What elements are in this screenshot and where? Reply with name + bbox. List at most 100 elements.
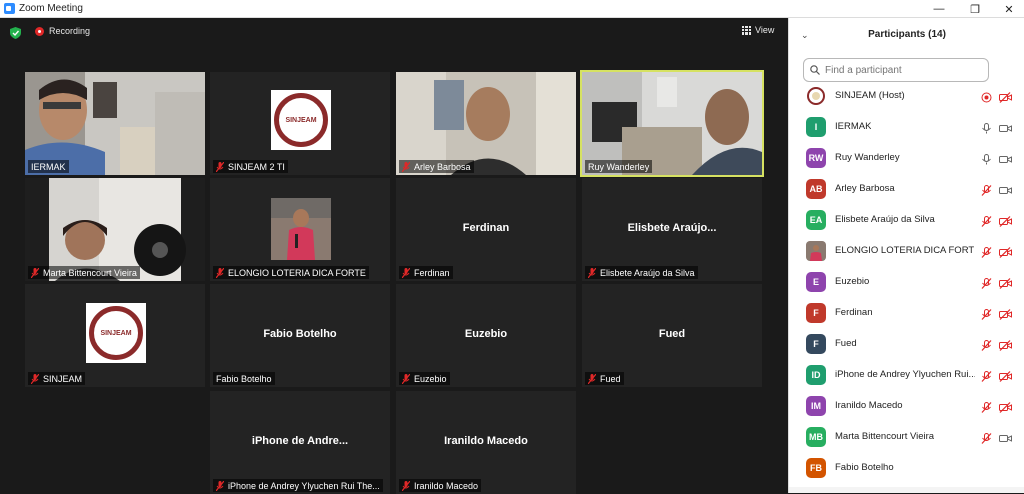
participant-row[interactable]: RW Ruy Wanderley [789, 142, 1024, 173]
camera-icon[interactable] [999, 183, 1012, 194]
tile-name: IERMAK [31, 161, 66, 172]
camera-off-icon[interactable] [999, 307, 1012, 320]
camera-off-icon[interactable] [999, 400, 1012, 413]
view-button[interactable]: View [742, 25, 774, 35]
participant-name: Marta Bittencourt Vieira [835, 431, 935, 442]
close-button[interactable]: ✕ [994, 0, 1024, 18]
participant-name: IERMAK [835, 121, 872, 132]
participant-row[interactable]: AB Arley Barbosa [789, 173, 1024, 204]
meeting-stage: Recording View IERMAK SINJEAM SINJEAM 2 … [0, 18, 788, 494]
participant-row[interactable]: I IERMAK [789, 111, 1024, 142]
tile-name-label: IERMAK [28, 160, 69, 173]
recording-dot-icon [35, 26, 44, 36]
video-tile[interactable]: Arley Barbosa [396, 72, 576, 175]
camera-off-icon[interactable] [999, 214, 1012, 227]
tile-name: Ruy Wanderley [588, 161, 650, 172]
tile-name-label: iPhone de Andrey Ylyuchen Rui The... [213, 479, 383, 492]
video-tile[interactable]: ELONGIO LOTERIA DICA FORTE [210, 178, 390, 281]
tile-center-name: Elisbete Araújo... [627, 222, 717, 234]
mic-muted-icon [588, 373, 596, 384]
shield-check-icon[interactable] [10, 27, 21, 39]
tile-name-label: Ruy Wanderley [585, 160, 653, 173]
mic-muted-icon[interactable] [981, 214, 992, 227]
video-tile-active-speaker[interactable]: Ruy Wanderley [580, 70, 764, 177]
recording-indicator[interactable]: Recording [35, 26, 90, 36]
mic-muted-icon [402, 480, 410, 491]
camera-off-icon[interactable] [999, 245, 1012, 258]
camera-off-icon[interactable] [999, 276, 1012, 289]
camera-off-icon[interactable] [999, 90, 1012, 103]
video-tile[interactable]: Fued Fued [582, 284, 762, 387]
tile-center-name: Euzebio [464, 328, 508, 340]
mic-muted-icon[interactable] [981, 400, 992, 413]
participant-name: Ferdinan [835, 307, 873, 318]
participant-avatar: IM [806, 395, 826, 416]
search-input[interactable] [825, 64, 975, 76]
tile-name: Euzebio [414, 373, 447, 384]
mic-muted-icon[interactable] [981, 276, 992, 289]
zoom-app-icon [4, 3, 15, 14]
participant-row[interactable]: E Euzebio [789, 266, 1024, 297]
mic-muted-icon [402, 267, 410, 278]
mic-muted-icon[interactable] [981, 183, 992, 196]
tile-center-name: Ferdinan [462, 222, 510, 234]
recording-label: Recording [49, 26, 91, 36]
participant-row[interactable]: SINJEAM (Host) [789, 80, 1024, 111]
mic-muted-icon[interactable] [981, 307, 992, 320]
mic-muted-icon[interactable] [981, 338, 992, 351]
restore-button[interactable]: ❐ [960, 0, 990, 18]
video-tile[interactable]: Ferdinan Ferdinan [396, 178, 576, 281]
participant-avatar: F [806, 302, 826, 323]
camera-icon[interactable] [999, 431, 1012, 442]
participant-row[interactable]: EA Elisbete Araújo da Silva [789, 204, 1024, 235]
camera-icon[interactable] [999, 152, 1012, 163]
tile-name: Fabio Botelho [216, 373, 272, 384]
mic-icon[interactable] [981, 121, 992, 134]
participant-row[interactable]: ELONGIO LOTERIA DICA FORTE [789, 235, 1024, 266]
video-tile[interactable]: Elisbete Araújo... Elisbete Araújo da Si… [582, 178, 762, 281]
participant-row[interactable]: ID iPhone de Andrey Ylyuchen Rui... [789, 359, 1024, 390]
minimize-button[interactable]: — [924, 0, 954, 18]
camera-icon[interactable] [999, 121, 1012, 132]
participant-row[interactable]: FB Fabio Botelho [789, 452, 1024, 483]
participant-avatar-photo [271, 198, 331, 260]
tile-name: Marta Bittencourt Vieira [43, 267, 137, 278]
participant-row[interactable]: F Ferdinan [789, 297, 1024, 328]
participant-row[interactable]: F Fued [789, 328, 1024, 359]
participant-avatar: RW [806, 147, 826, 168]
video-tile[interactable]: Marta Bittencourt Vieira [25, 178, 205, 281]
mic-muted-icon [31, 373, 39, 384]
video-tile[interactable]: Euzebio Euzebio [396, 284, 576, 387]
video-tile[interactable]: Fabio Botelho Fabio Botelho [210, 284, 390, 387]
tile-name: Iranildo Macedo [414, 480, 479, 491]
tile-name: Elisbete Araújo da Silva [600, 267, 695, 278]
mic-icon[interactable] [981, 152, 992, 165]
participant-search[interactable] [803, 58, 989, 82]
participant-avatar: F [806, 333, 826, 354]
video-tile[interactable]: SINJEAM SINJEAM [25, 284, 205, 387]
tile-name-label: ELONGIO LOTERIA DICA FORTE [213, 266, 369, 279]
recording-icon[interactable] [981, 90, 992, 103]
participant-name: ELONGIO LOTERIA DICA FORTE [835, 245, 975, 256]
tile-name: SINJEAM [43, 373, 83, 384]
participant-row[interactable]: MB Marta Bittencourt Vieira [789, 421, 1024, 452]
video-tile[interactable]: IERMAK [25, 72, 205, 175]
participants-panel: ⌄ Participants (14) SINJEAM (Host)IIERMA… [788, 18, 1024, 493]
logo-ring: SINJEAM [274, 93, 328, 147]
tile-name: SINJEAM 2 TI [228, 161, 285, 172]
video-tile[interactable]: Iranildo Macedo Iranildo Macedo [396, 391, 576, 494]
video-tile[interactable]: SINJEAM SINJEAM 2 TI [210, 72, 390, 175]
video-tile[interactable]: iPhone de Andre... iPhone de Andrey Ylyu… [210, 391, 390, 494]
camera-off-icon[interactable] [999, 369, 1012, 382]
mic-muted-icon[interactable] [981, 431, 992, 444]
participant-avatar: ID [806, 364, 826, 385]
mic-muted-icon[interactable] [981, 369, 992, 382]
camera-off-icon[interactable] [999, 338, 1012, 351]
view-label: View [755, 25, 775, 35]
tile-name-label: Euzebio [399, 372, 450, 385]
participant-row[interactable]: IM Iranildo Macedo [789, 390, 1024, 421]
logo-ring: SINJEAM [89, 306, 143, 360]
tile-center-name: Fued [658, 328, 686, 340]
tile-center-name: Fabio Botelho [263, 328, 337, 340]
mic-muted-icon[interactable] [981, 245, 992, 258]
